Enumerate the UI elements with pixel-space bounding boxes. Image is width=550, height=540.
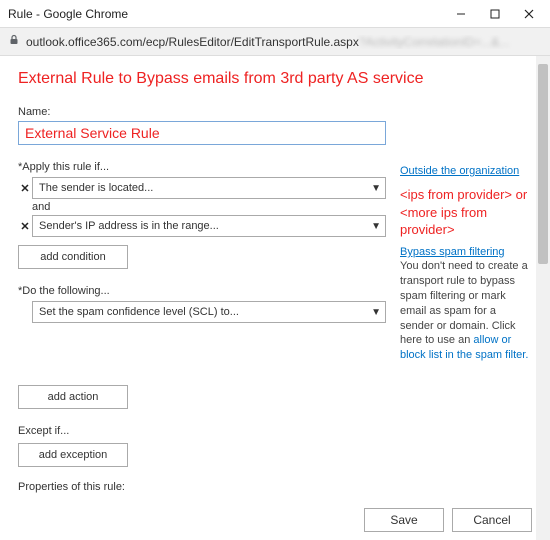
page-heading: External Rule to Bypass emails from 3rd … [18,70,532,88]
name-label: Name: [18,106,386,118]
scrollbar-thumb[interactable] [538,64,548,264]
outside-org-link[interactable]: Outside the organization [400,164,532,178]
url-text: outlook.office365.com/ecp/RulesEditor/Ed… [26,35,542,49]
rule-name-input[interactable] [18,121,386,145]
condition-dropdown-1[interactable]: The sender is located... ▼ [32,177,386,199]
and-label: and [32,201,386,213]
chevron-down-icon: ▼ [371,183,381,194]
chevron-down-icon: ▼ [371,307,381,318]
properties-label: Properties of this rule: [18,481,386,493]
close-window-button[interactable] [512,3,546,25]
remove-condition-icon[interactable]: ✕ [18,220,32,233]
add-condition-button[interactable]: add condition [18,245,128,269]
bypass-help-text: You don't need to create a transport rul… [400,259,532,363]
condition-dropdown-2[interactable]: Sender's IP address is in the range... ▼ [32,215,386,237]
action-dropdown-1[interactable]: Set the spam confidence level (SCL) to..… [32,301,386,323]
remove-condition-icon[interactable]: ✕ [18,182,32,195]
minimize-button[interactable] [444,3,478,25]
add-exception-button[interactable]: add exception [18,443,128,467]
save-button[interactable]: Save [364,508,444,532]
bypass-spam-link[interactable]: Bypass spam filtering [400,245,532,259]
window-title: Rule - Google Chrome [8,7,444,21]
except-if-label: Except if... [18,425,386,437]
maximize-button[interactable] [478,3,512,25]
do-following-label: *Do the following... [18,285,386,297]
rule-editor-pane: External Rule to Bypass emails from 3rd … [0,56,550,540]
add-action-button[interactable]: add action [18,385,128,409]
apply-if-label: *Apply this rule if... [18,161,386,173]
address-bar[interactable]: outlook.office365.com/ecp/RulesEditor/Ed… [0,28,550,56]
scrollbar[interactable] [536,56,550,540]
lock-icon [8,34,20,49]
cancel-button[interactable]: Cancel [452,508,532,532]
chevron-down-icon: ▼ [371,221,381,232]
window-titlebar: Rule - Google Chrome [0,0,550,28]
ips-annotation: <ips from provider> or <more ips from pr… [400,186,532,239]
condition-1-text: The sender is located... [39,182,371,194]
condition-2-text: Sender's IP address is in the range... [39,220,371,232]
action-1-text: Set the spam confidence level (SCL) to..… [39,306,371,318]
